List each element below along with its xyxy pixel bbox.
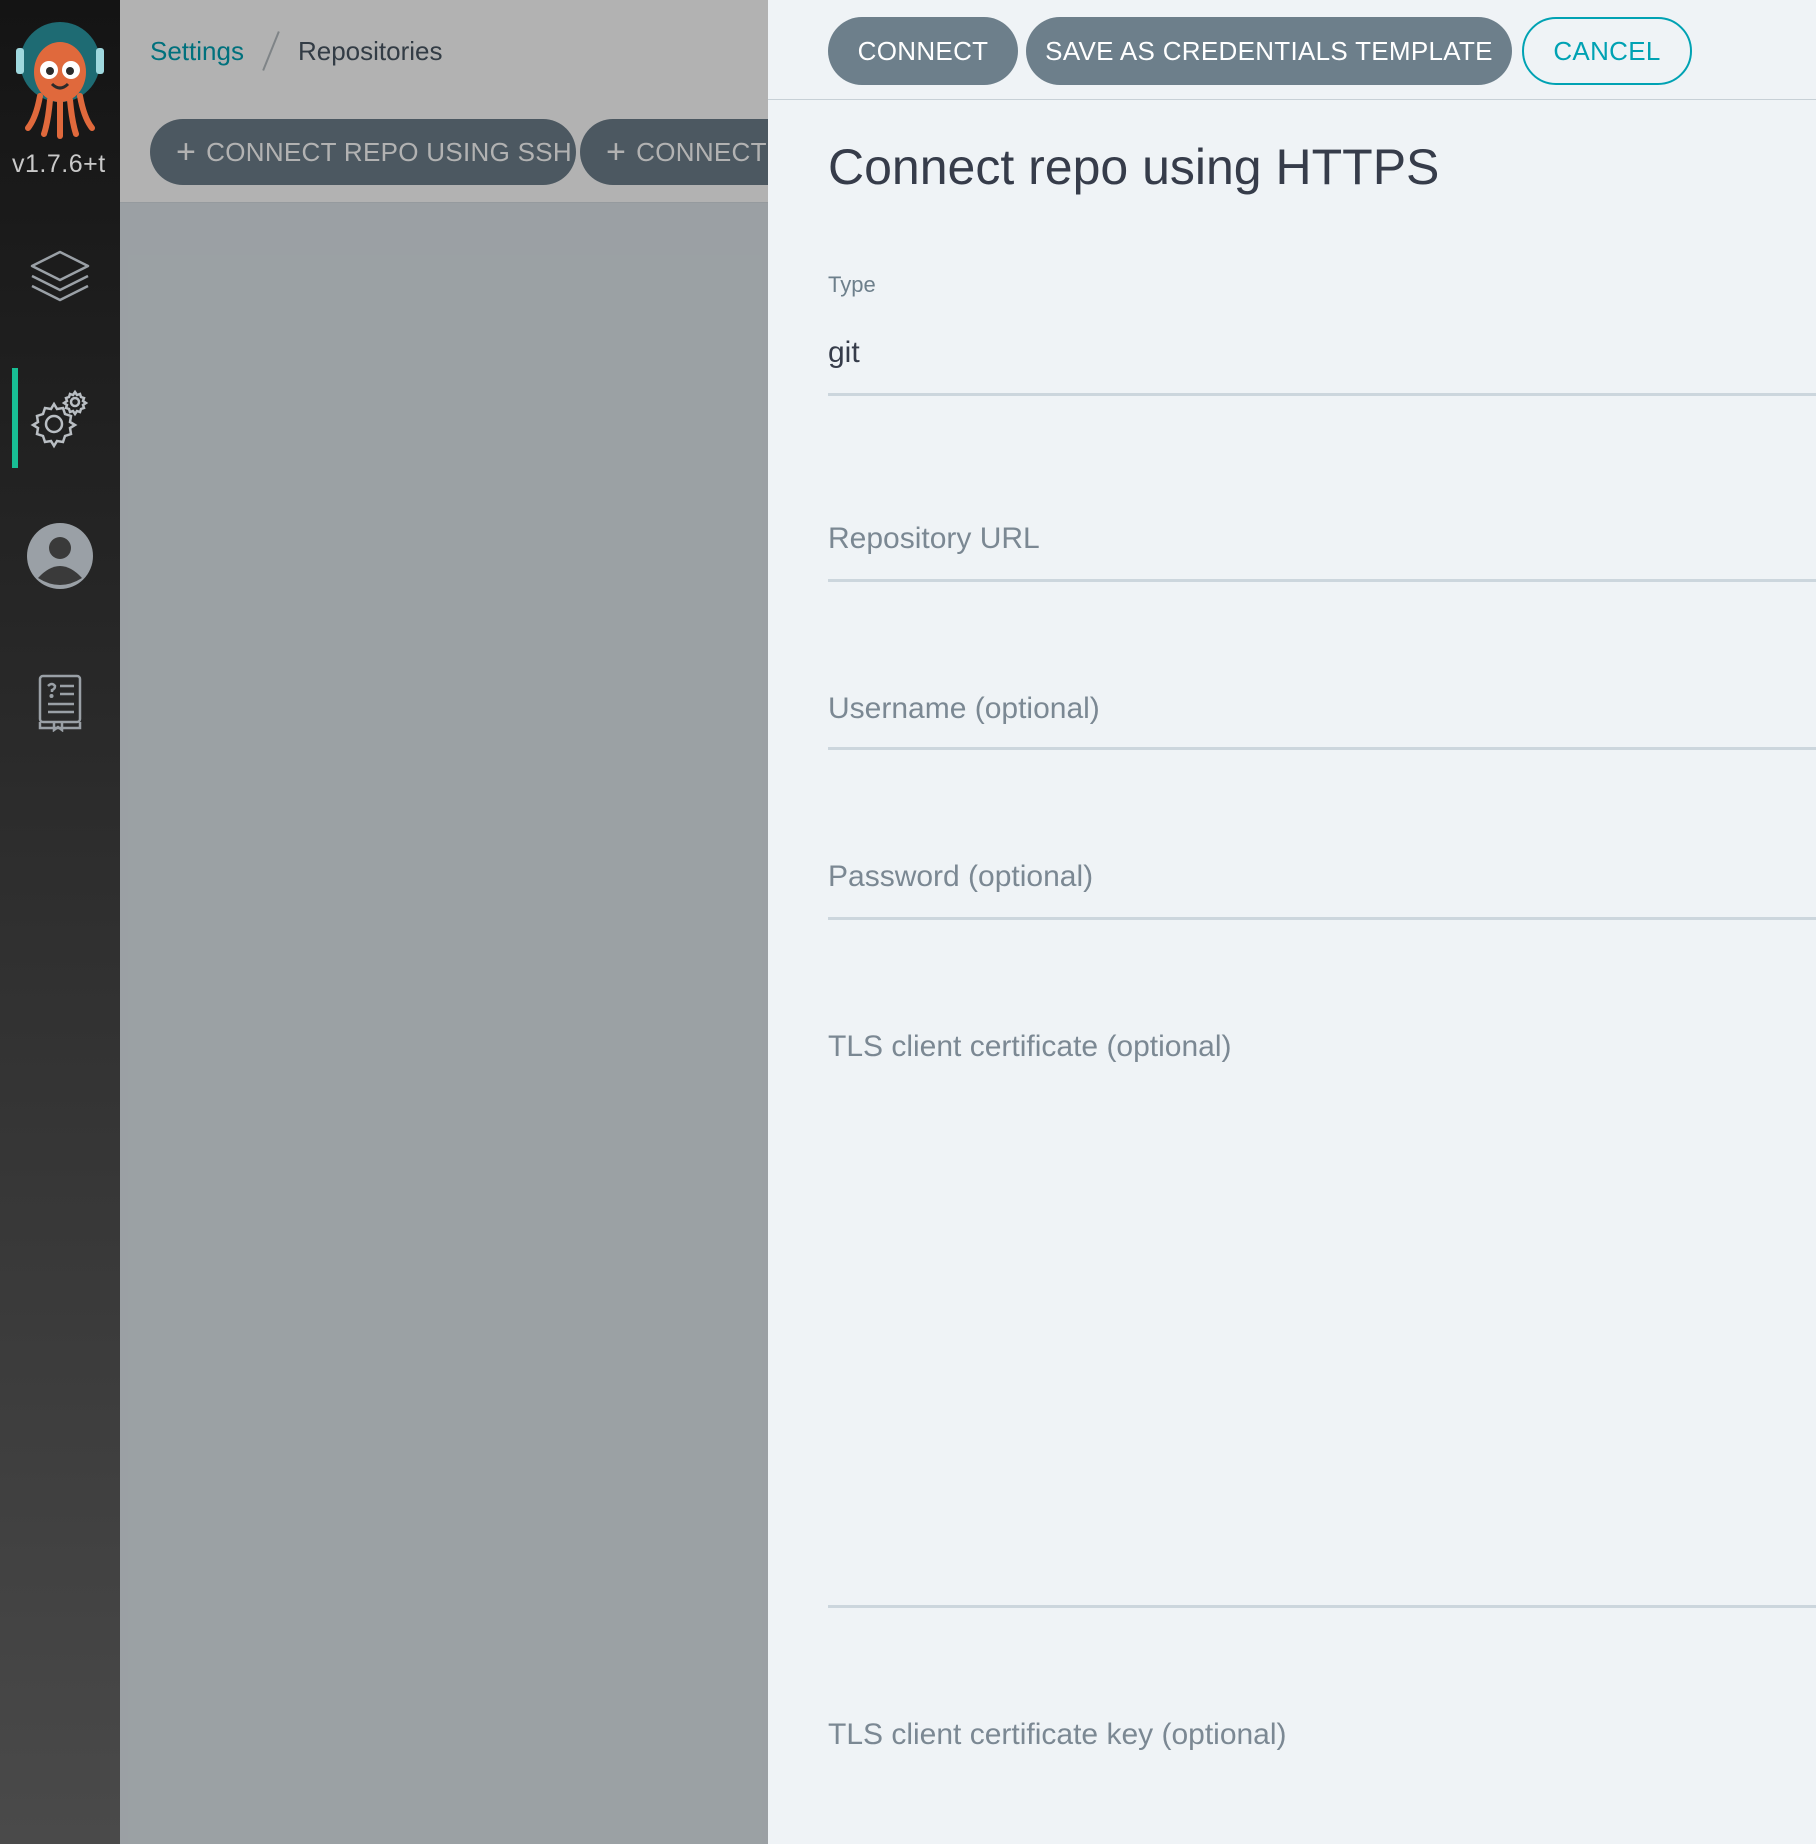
sidebar-item-settings[interactable] bbox=[0, 368, 120, 468]
panel-title: Connect repo using HTTPS bbox=[828, 139, 1440, 195]
layers-icon bbox=[28, 246, 92, 310]
user-icon bbox=[26, 522, 94, 590]
panel-header: CONNECT SAVE AS CREDENTIALS TEMPLATE CAN… bbox=[768, 0, 1816, 100]
docs-icon bbox=[36, 672, 84, 732]
tls-client-certificate-key-label: TLS client certificate key (optional) bbox=[828, 1718, 1287, 1751]
app-root: v1.7.6+t Settings Repositories + CONNECT… bbox=[0, 0, 1816, 1844]
sidebar-item-applications[interactable] bbox=[0, 228, 120, 328]
cancel-button[interactable]: CANCEL bbox=[1522, 17, 1692, 85]
argo-logo[interactable] bbox=[14, 18, 108, 140]
repository-url-input[interactable]: Repository URL bbox=[828, 502, 1816, 582]
tls-client-certificate-textarea[interactable] bbox=[828, 1080, 1816, 1608]
username-placeholder: Username (optional) bbox=[828, 692, 1100, 725]
password-input[interactable]: Password (optional) bbox=[828, 840, 1816, 920]
username-input[interactable]: Username (optional) bbox=[828, 670, 1816, 750]
save-as-credentials-template-button[interactable]: SAVE AS CREDENTIALS TEMPLATE bbox=[1026, 17, 1512, 85]
type-value: git bbox=[828, 336, 860, 369]
sidebar-item-documentation[interactable] bbox=[0, 652, 120, 752]
password-placeholder: Password (optional) bbox=[828, 860, 1094, 893]
connect-repo-panel: CONNECT SAVE AS CREDENTIALS TEMPLATE CAN… bbox=[768, 0, 1816, 1844]
sidebar: v1.7.6+t bbox=[0, 0, 120, 1844]
connect-button[interactable]: CONNECT bbox=[828, 17, 1018, 85]
version-label: v1.7.6+t bbox=[12, 150, 106, 178]
tls-client-certificate-label: TLS client certificate (optional) bbox=[828, 1030, 1232, 1063]
sidebar-item-user-info[interactable] bbox=[0, 506, 120, 606]
repository-url-placeholder: Repository URL bbox=[828, 522, 1040, 555]
type-select[interactable]: Type git bbox=[828, 272, 1816, 396]
type-label: Type bbox=[828, 272, 876, 297]
gear-icon bbox=[28, 386, 92, 450]
